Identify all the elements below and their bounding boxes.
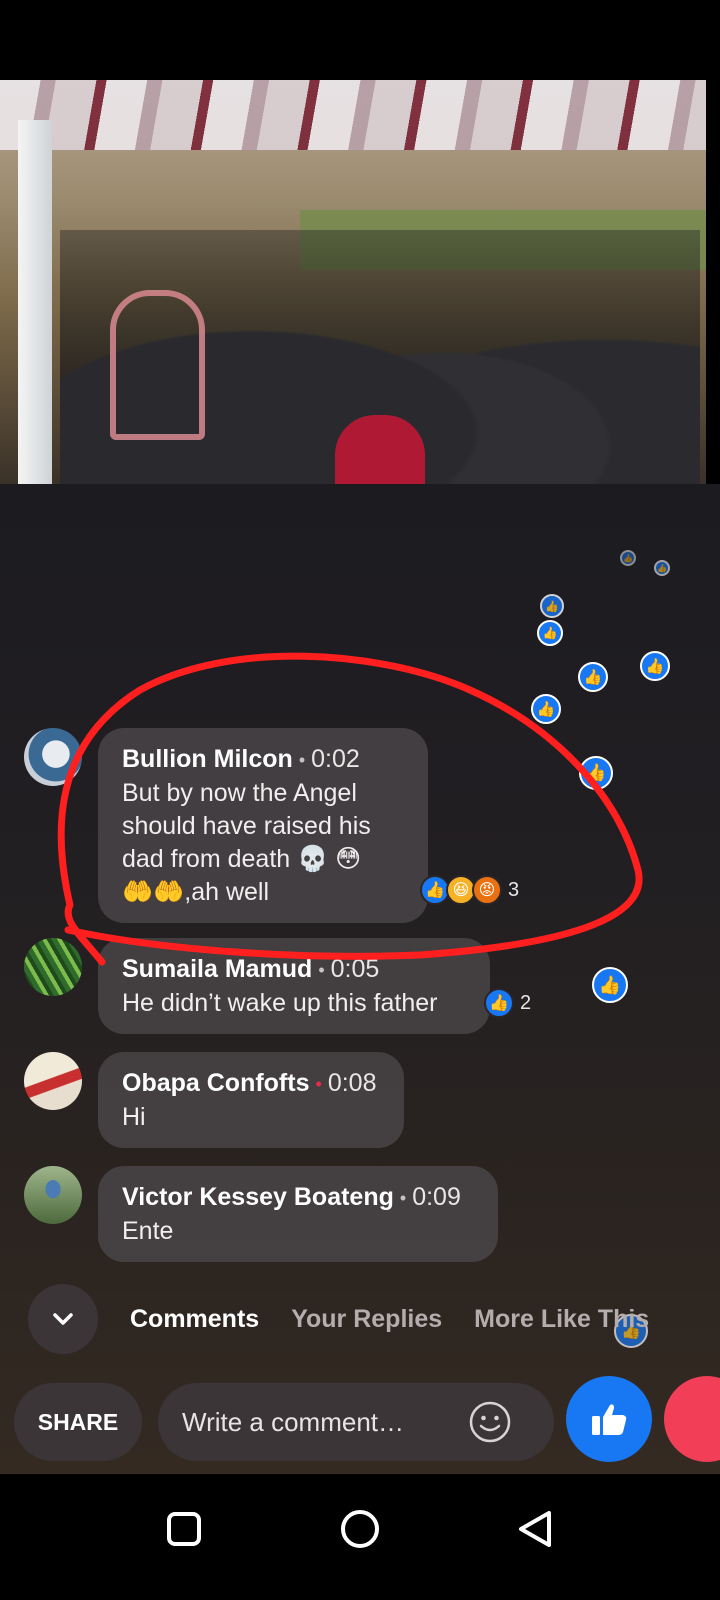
separator-dot: • xyxy=(399,1188,407,1209)
comment-time[interactable]: 0:09 xyxy=(412,1183,461,1211)
comment-text-line: should have raised his xyxy=(122,812,371,841)
tab-more-like-this[interactable]: More Like This xyxy=(474,1305,649,1334)
status-bar xyxy=(0,0,720,80)
comment-header: Bullion Milcon • 0:02 xyxy=(122,742,404,777)
avatar[interactable] xyxy=(24,938,82,996)
floating-like-icon: 👍 xyxy=(592,967,628,1003)
comment-item: Victor Kessey Boateng • 0:09 Ente xyxy=(24,1166,498,1263)
android-nav-bar xyxy=(0,1474,720,1600)
circle-icon[interactable] xyxy=(335,1504,385,1554)
triangle-back-icon[interactable] xyxy=(511,1504,561,1554)
like-icon xyxy=(592,1404,627,1435)
tab-comments[interactable]: Comments xyxy=(130,1305,259,1334)
video-chair xyxy=(110,290,205,440)
comment-text-line: dad from death 💀 😳 xyxy=(122,845,362,874)
floating-like-icon: 👍 xyxy=(640,651,670,681)
video-red-cloth xyxy=(335,415,425,484)
comment-time[interactable]: 0:08 xyxy=(328,1069,377,1097)
comment-input-placeholder: Write a comment… xyxy=(182,1406,405,1437)
floating-like-icon: 👍 xyxy=(620,550,636,566)
comment-header: Obapa Confofts • 0:08 xyxy=(122,1066,380,1101)
live-video[interactable] xyxy=(0,80,706,484)
floating-like-icon: 👍 xyxy=(531,694,561,724)
separator-dot: • xyxy=(315,1074,322,1095)
avatar[interactable] xyxy=(24,1052,82,1110)
comment-author[interactable]: Obapa Confofts xyxy=(122,1069,310,1097)
video-tent-pole xyxy=(18,120,52,484)
chevron-down-icon xyxy=(53,1313,73,1325)
floating-like-icon: 👍 xyxy=(537,620,563,646)
comment-item: Obapa Confofts • 0:08 Hi xyxy=(24,1052,404,1149)
square-icon[interactable] xyxy=(159,1504,209,1554)
comment-time[interactable]: 0:05 xyxy=(331,955,380,983)
floating-like-icon: 👍 xyxy=(578,662,608,692)
comment-header: Sumaila Mamud • 0:05 xyxy=(122,952,466,987)
comment-bubble[interactable]: Victor Kessey Boateng • 0:09 Ente xyxy=(98,1166,498,1263)
avatar[interactable] xyxy=(24,728,82,786)
angry-icon: 😡 xyxy=(472,875,502,905)
separator-dot: • xyxy=(298,750,306,771)
love-reaction-button[interactable] xyxy=(664,1376,720,1462)
separator-dot: • xyxy=(318,960,325,981)
comment-time[interactable]: 0:02 xyxy=(311,745,360,773)
comment-text-line: He didn’t wake up this father xyxy=(122,989,438,1018)
share-button[interactable]: SHARE xyxy=(14,1383,142,1461)
composer-bar: SHARE Write a comment… xyxy=(14,1376,720,1464)
comment-item: Bullion Milcon • 0:02 But by now the Angel… xyxy=(24,728,428,924)
comment-author[interactable]: Sumaila Mamud xyxy=(122,955,312,983)
floating-like-icon: 👍 xyxy=(654,560,670,576)
floating-like-icon: 👍 xyxy=(579,756,613,790)
tab-your-replies[interactable]: Your Replies xyxy=(291,1305,442,1334)
comment-tabs: Comments Your Replies More Like This xyxy=(28,1284,720,1354)
comment-author[interactable]: Bullion Milcon xyxy=(122,745,293,773)
avatar[interactable] xyxy=(24,1166,82,1224)
smiley-icon[interactable] xyxy=(468,1400,512,1444)
reaction-count: 3 xyxy=(508,878,520,901)
comment-item: Sumaila Mamud • 0:05 He didn’t wake up thi… xyxy=(24,938,490,1035)
floating-like-icon: 👍 xyxy=(540,594,564,618)
comment-header: Victor Kessey Boateng • 0:09 xyxy=(122,1180,474,1215)
comment-text-line: But by now the Angel xyxy=(122,779,357,808)
comment-bubble[interactable]: Sumaila Mamud • 0:05 He didn’t wake up thi… xyxy=(98,938,490,1035)
video-tent-canopy xyxy=(0,80,706,150)
like-reaction-button[interactable] xyxy=(566,1376,652,1462)
comment-input[interactable]: Write a comment… xyxy=(158,1383,554,1461)
collapse-button[interactable] xyxy=(28,1284,98,1354)
comment-author[interactable]: Victor Kessey Boateng xyxy=(122,1183,394,1211)
like-icon: 👍 xyxy=(484,988,514,1018)
comment-bubble[interactable]: Obapa Confofts • 0:08 Hi xyxy=(98,1052,404,1149)
comment-reactions[interactable]: 👍 2 xyxy=(484,988,531,1018)
comment-text-line: Hi xyxy=(122,1103,146,1132)
comment-text-line: Ente xyxy=(122,1217,174,1246)
comment-bubble[interactable]: Bullion Milcon • 0:02 But by now the Angel… xyxy=(98,728,428,924)
comment-text-line: 🤲🤲,ah well xyxy=(122,878,270,907)
reaction-count: 2 xyxy=(520,991,532,1014)
comment-reactions[interactable]: 👍 😆 😡 3 xyxy=(420,875,519,905)
